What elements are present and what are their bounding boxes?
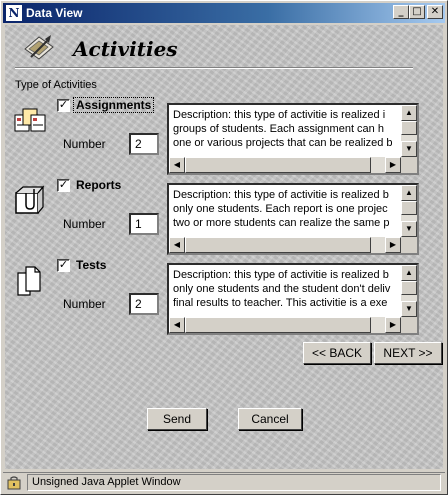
reports-icon: [15, 185, 45, 214]
reports-description[interactable]: Description: this type of activitie is r…: [167, 183, 419, 255]
window-title: Data View: [26, 6, 83, 20]
scroll-up-arrow-icon[interactable]: ▲: [401, 265, 417, 281]
horizontal-scrollbar[interactable]: ◀ ▶: [169, 237, 401, 253]
page-title: Activities: [73, 37, 178, 61]
assignments-icon: [14, 108, 46, 132]
scroll-left-arrow-icon[interactable]: ◀: [169, 237, 185, 253]
section-label: Type of Activities: [15, 79, 97, 91]
description-text: Description: this type of activitie is r…: [173, 188, 401, 232]
activity-group-assignments: ✓ Assignments Number 2 Description: this…: [5, 95, 443, 175]
horizontal-scrollbar[interactable]: ◀ ▶: [169, 157, 401, 173]
applet-window: N Data View _ □ ✕ Activities Type of Act…: [0, 0, 448, 495]
scroll-corner: [401, 157, 417, 173]
back-button[interactable]: << BACK: [303, 342, 371, 364]
horizontal-scroll-thumb[interactable]: [185, 237, 371, 253]
next-button[interactable]: NEXT >>: [374, 342, 442, 364]
scroll-right-arrow-icon[interactable]: ▶: [385, 237, 401, 253]
maximize-button[interactable]: □: [409, 5, 425, 19]
description-line: groups of students. Each assignment can …: [173, 123, 384, 135]
tests-icon: [17, 266, 41, 296]
activity-group-reports: ✓ Reports Number 1 Description: this typ…: [5, 175, 443, 255]
scroll-down-arrow-icon[interactable]: ▼: [401, 301, 417, 317]
reports-label[interactable]: Reports: [74, 178, 123, 192]
description-text: Description: this type of activitie is r…: [173, 268, 401, 312]
minimize-button[interactable]: _: [393, 5, 409, 19]
tests-label[interactable]: Tests: [74, 258, 108, 272]
assignments-number-input[interactable]: 2: [129, 133, 159, 155]
vertical-scrollbar[interactable]: ▲ ▼: [401, 265, 417, 317]
scroll-up-arrow-icon[interactable]: ▲: [401, 185, 417, 201]
status-bar: Unsigned Java Applet Window: [3, 472, 445, 492]
scroll-down-arrow-icon[interactable]: ▼: [401, 141, 417, 157]
number-label: Number: [63, 217, 106, 231]
scroll-corner: [401, 237, 417, 253]
unsigned-applet-icon: [7, 476, 21, 490]
vertical-scrollbar[interactable]: ▲ ▼: [401, 105, 417, 157]
description-line: one or various projects that can be real…: [173, 137, 393, 149]
reports-number-input[interactable]: 1: [129, 213, 159, 235]
scroll-left-arrow-icon[interactable]: ◀: [169, 317, 185, 333]
vertical-scroll-thumb[interactable]: [401, 281, 417, 295]
assignments-checkbox[interactable]: ✓: [57, 99, 70, 112]
scroll-right-arrow-icon[interactable]: ▶: [385, 317, 401, 333]
vertical-scroll-thumb[interactable]: [401, 201, 417, 215]
scroll-down-arrow-icon[interactable]: ▼: [401, 221, 417, 237]
send-button[interactable]: Send: [147, 408, 207, 430]
header-divider: [15, 67, 413, 69]
description-line: final results to teacher. This activitie…: [173, 297, 388, 309]
number-label: Number: [63, 137, 106, 151]
activity-group-tests: ✓ Tests Number 2 Description: this type …: [5, 255, 443, 335]
java-app-icon[interactable]: N: [6, 5, 22, 21]
scroll-corner: [401, 317, 417, 333]
title-bar[interactable]: N Data View _ □ ✕: [3, 3, 445, 23]
status-text: Unsigned Java Applet Window: [27, 474, 441, 491]
activities-logo-icon: [24, 35, 54, 60]
cancel-button[interactable]: Cancel: [238, 408, 302, 430]
horizontal-scrollbar[interactable]: ◀ ▶: [169, 317, 401, 333]
scroll-right-arrow-icon[interactable]: ▶: [385, 157, 401, 173]
reports-checkbox[interactable]: ✓: [57, 179, 70, 192]
description-line: Description: this type of activitie is r…: [173, 109, 386, 121]
vertical-scroll-thumb[interactable]: [401, 121, 417, 135]
description-line: Description: this type of activitie is r…: [173, 189, 389, 201]
description-line: only one students and the student don't …: [173, 283, 391, 295]
description-line: Description: this type of activitie is r…: [173, 269, 389, 281]
scroll-left-arrow-icon[interactable]: ◀: [169, 157, 185, 173]
number-label: Number: [63, 297, 106, 311]
assignments-label[interactable]: Assignments: [72, 97, 155, 113]
applet-content: Activities Type of Activities ✓ Assignme…: [5, 25, 443, 469]
description-line: two or more students can realize the sam…: [173, 217, 390, 229]
horizontal-scroll-thumb[interactable]: [185, 157, 371, 173]
description-line: only one students. Each report is one pr…: [173, 203, 388, 215]
assignments-description[interactable]: Description: this type of activitie is r…: [167, 103, 419, 175]
horizontal-scroll-thumb[interactable]: [185, 317, 371, 333]
tests-description[interactable]: Description: this type of activitie is r…: [167, 263, 419, 335]
tests-number-input[interactable]: 2: [129, 293, 159, 315]
description-text: Description: this type of activitie is r…: [173, 108, 401, 152]
close-button[interactable]: ✕: [427, 5, 443, 19]
scroll-up-arrow-icon[interactable]: ▲: [401, 105, 417, 121]
tests-checkbox[interactable]: ✓: [57, 259, 70, 272]
vertical-scrollbar[interactable]: ▲ ▼: [401, 185, 417, 237]
